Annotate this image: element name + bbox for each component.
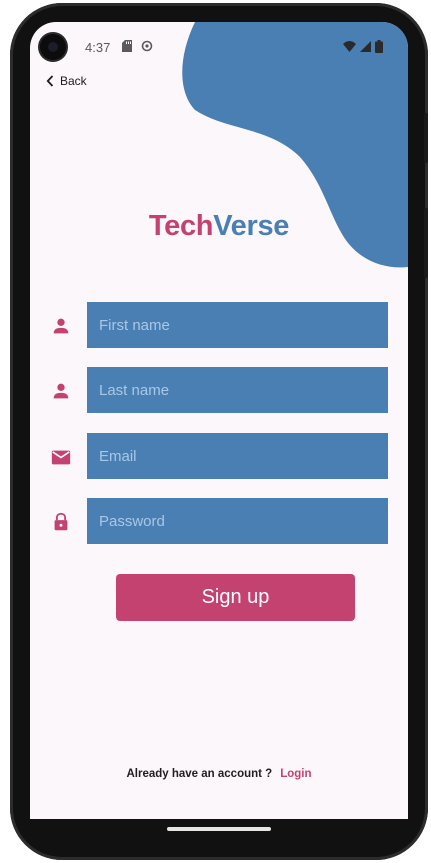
back-button[interactable]: Back <box>46 74 87 88</box>
lock-icon <box>54 512 68 531</box>
front-camera <box>40 34 66 60</box>
back-label: Back <box>60 74 87 88</box>
status-icons-left <box>122 40 153 52</box>
home-indicator[interactable] <box>167 827 271 831</box>
login-prompt-text: Already have an account ? <box>126 768 273 780</box>
signal-icon <box>360 41 371 52</box>
login-link[interactable]: Login <box>280 768 311 780</box>
password-input[interactable] <box>87 498 388 544</box>
first-name-input[interactable] <box>87 302 388 348</box>
sd-card-icon <box>122 40 132 52</box>
login-prompt: Already have an account ? Login <box>30 768 408 780</box>
person-icon <box>53 318 69 334</box>
email-input[interactable] <box>87 433 388 479</box>
mail-icon <box>51 450 71 465</box>
decorative-blob <box>182 22 408 268</box>
logo-part-tech: Tech <box>148 210 214 242</box>
app-logo: TechVerse <box>30 210 408 243</box>
last-name-row <box>30 367 408 413</box>
email-row <box>30 433 408 479</box>
battery-icon <box>375 40 383 53</box>
logo-part-verse: Verse <box>213 210 290 242</box>
status-time: 4:37 <box>85 40 111 55</box>
sign-up-button[interactable]: Sign up <box>116 574 355 621</box>
first-name-row <box>30 302 408 348</box>
person-icon <box>53 383 69 399</box>
sync-icon <box>141 40 153 52</box>
status-icons-right <box>343 40 383 53</box>
password-row <box>30 498 408 544</box>
power-button <box>424 113 428 163</box>
screen-bottom-bezel <box>30 819 408 845</box>
chevron-left-icon <box>46 75 54 87</box>
wifi-icon <box>343 41 356 52</box>
app-screen: 4:37 Back TechVerse First name Last name… <box>30 22 408 820</box>
last-name-input[interactable] <box>87 367 388 413</box>
volume-button <box>424 208 428 278</box>
